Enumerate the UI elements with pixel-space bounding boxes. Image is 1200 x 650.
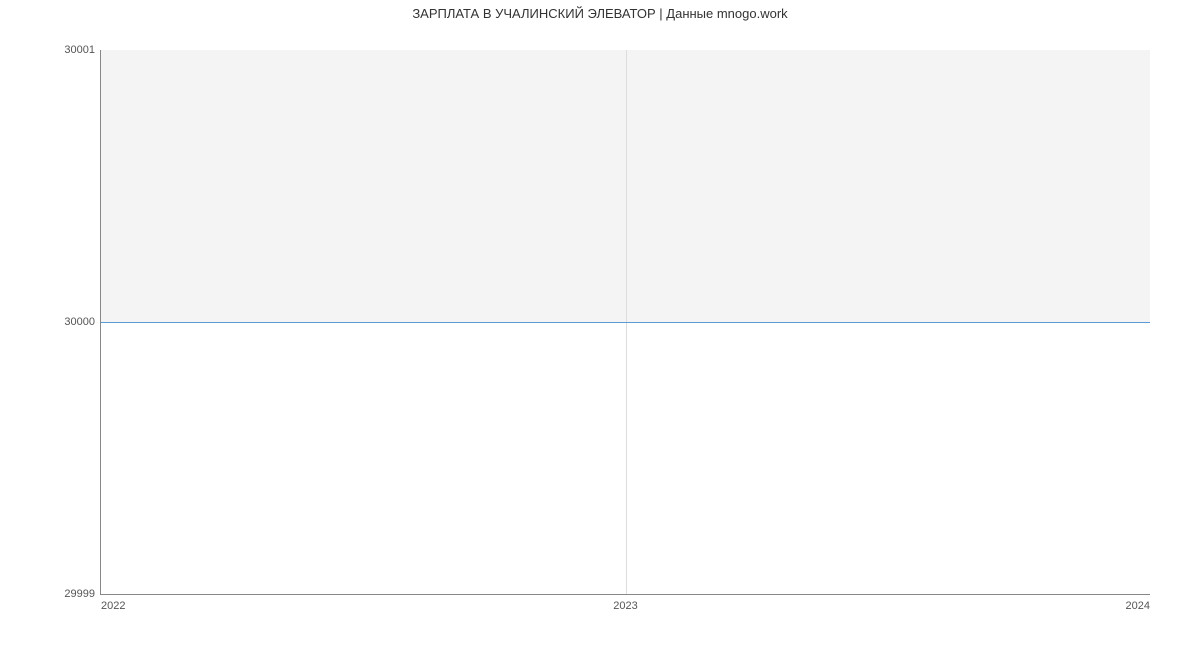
plot-area: 29999 30000 30001 2022 2023 2024 bbox=[100, 50, 1150, 595]
series-line bbox=[101, 322, 1150, 323]
chart-title: ЗАРПЛАТА В УЧАЛИНСКИЙ ЭЛЕВАТОР | Данные … bbox=[0, 0, 1200, 21]
y-tick-label: 30001 bbox=[64, 44, 101, 56]
chart-area: 29999 30000 30001 2022 2023 2024 bbox=[100, 50, 1150, 595]
x-tick-label: 2023 bbox=[613, 594, 637, 612]
x-tick-label: 2024 bbox=[1126, 594, 1150, 612]
y-tick-label: 29999 bbox=[64, 588, 101, 600]
x-tick-label: 2022 bbox=[101, 594, 125, 612]
y-tick-label: 30000 bbox=[64, 316, 101, 328]
